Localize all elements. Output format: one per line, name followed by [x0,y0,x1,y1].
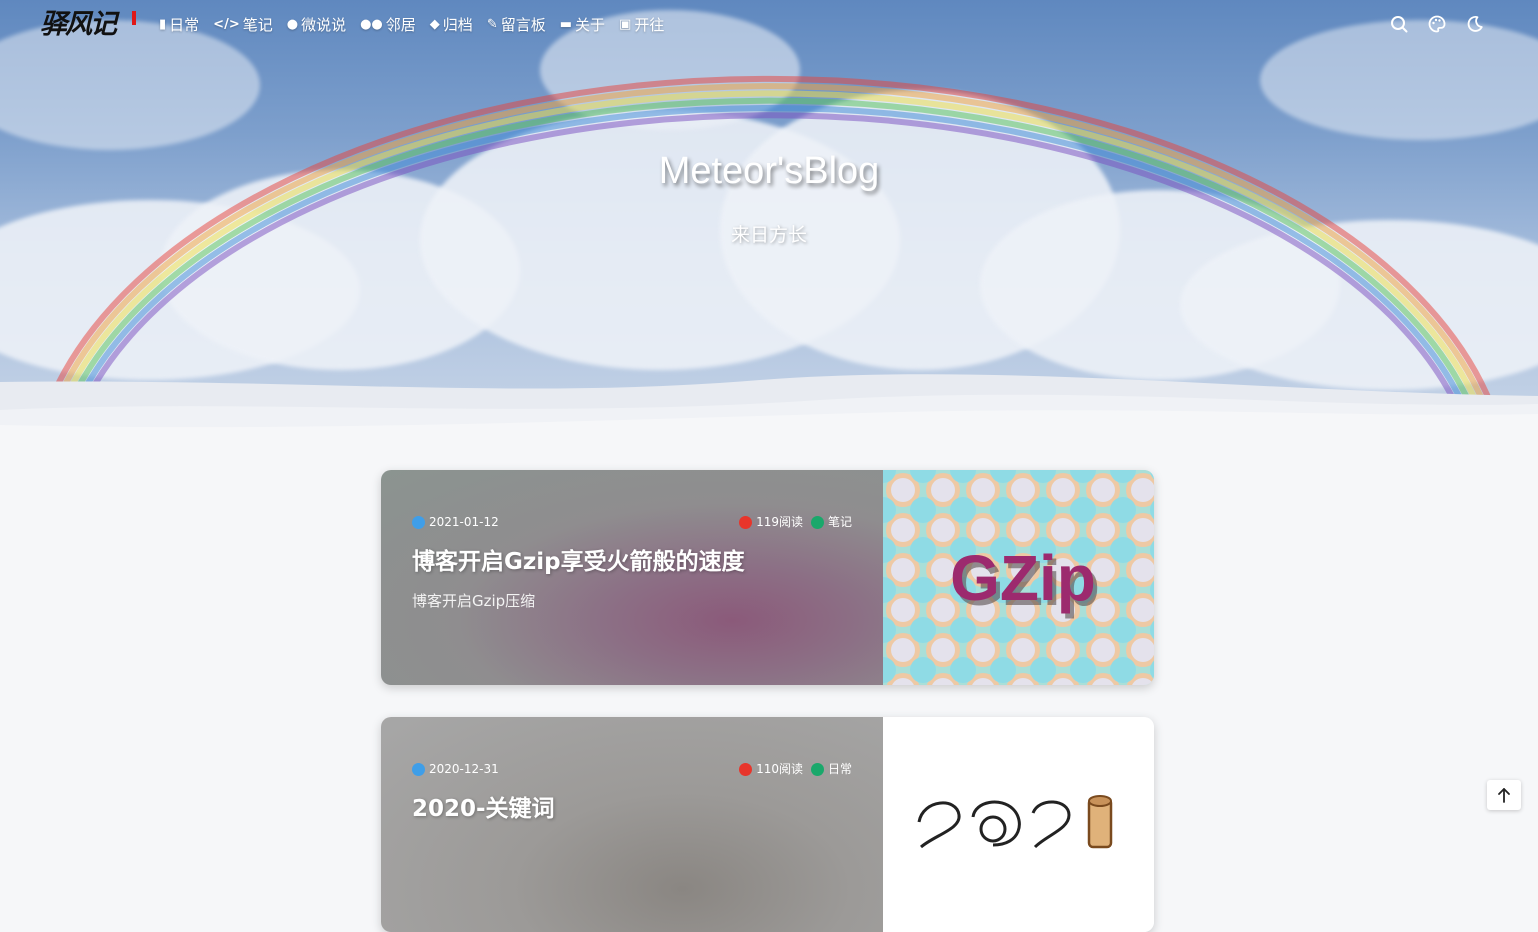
comment-icon: ● [286,16,299,32]
nav-item-notes[interactable]: </> 笔记 [213,13,273,35]
calendar-icon [412,515,425,529]
nav-item-label: 关于 [575,15,606,34]
search-icon [1391,16,1408,33]
id-card-icon: ▬ [559,16,573,32]
nav-item-moments[interactable]: ● 微说说 [287,13,346,35]
post-stats: 110阅读 日常 [739,761,852,777]
post-card-content: 2020-12-31 110阅读 日常 2020-关键词 [381,717,883,932]
arrow-up-icon [1498,788,1510,803]
post-views: 119阅读 [756,515,803,529]
post-views: 110阅读 [756,762,803,776]
search-button[interactable] [1390,13,1408,35]
post-cover-image [883,717,1154,932]
tags-icon: ◆ [429,16,440,32]
moon-icon [1467,16,1483,32]
theme-palette-button[interactable] [1428,13,1446,35]
nav-item-friends[interactable]: ●● 邻居 [360,13,416,35]
nav-item-label: 微说说 [301,15,347,34]
main-menu: ▮ 日常 </> 笔记 ● 微说说 ●● 邻居 ◆ 归档 ✎ 留言板 ▬ 关于 … [159,13,678,35]
back-to-top-button[interactable] [1487,780,1521,810]
nav-item-archive[interactable]: ◆ 归档 [430,13,473,35]
book-icon: ▮ [159,16,167,32]
tag-icon [810,762,824,776]
post-stats: 119阅读 笔记 [739,514,852,530]
logo-seal [132,11,136,25]
post-card[interactable]: 2020-12-31 110阅读 日常 2020-关键词 [381,717,1154,932]
site-title: Meteor'sBlog [658,150,880,192]
post-date: 2021-01-12 [412,514,499,530]
post-date-text: 2021-01-12 [429,515,499,529]
post-title[interactable]: 博客开启Gzip享受火箭般的速度 [412,542,745,576]
nav-item-about[interactable]: ▬ 关于 [560,13,605,35]
dark-mode-button[interactable] [1466,13,1484,35]
nav-item-label: 日常 [169,15,200,34]
nav-item-label: 笔记 [242,15,273,34]
post-date: 2020-12-31 [412,761,499,777]
nav-item-travelling[interactable]: ▣ 开往 [619,13,664,35]
calendar-icon [412,762,425,776]
nav-item-daily[interactable]: ▮ 日常 [159,13,199,35]
site-logo[interactable]: 驿风记 [40,8,136,42]
post-tag[interactable]: 日常 [828,761,852,777]
year-2021-cover-graphic [917,795,1113,849]
post-tag[interactable]: 笔记 [828,514,852,530]
subway-icon: ▣ [619,16,632,32]
nav-item-guestbook[interactable]: ✎ 留言板 [487,13,546,35]
post-card-content: 2021-01-12 119阅读 笔记 博客开启Gzip享受火箭般的速度 博客开… [381,470,883,685]
logo-text: 驿风记 [40,9,117,40]
palette-icon [1428,15,1446,33]
post-title[interactable]: 2020-关键词 [412,789,555,823]
gzip-cover-graphic: GZip GZip [883,470,1154,685]
nav-item-label: 留言板 [500,15,546,34]
nav-item-label: 开往 [634,15,665,34]
post-cover-image: GZip GZip [883,470,1154,685]
nav-item-label: 归档 [442,15,473,34]
users-icon: ●● [360,16,383,32]
nav-tools [1390,13,1484,35]
post-card[interactable]: 2021-01-12 119阅读 笔记 博客开启Gzip享受火箭般的速度 博客开… [381,470,1154,685]
hero-banner: Meteor'sBlog 来日方长 [0,0,1538,440]
gzip-text: GZip [950,542,1096,614]
post-meta: 2021-01-12 119阅读 笔记 [412,514,852,530]
post-date-text: 2020-12-31 [429,762,499,776]
tag-icon [810,515,824,529]
nav-item-label: 邻居 [385,15,416,34]
code-icon: </> [213,16,240,32]
post-description: 博客开启Gzip压缩 [412,592,536,610]
fire-icon [739,762,753,776]
fire-icon [739,515,753,529]
top-navbar: 驿风记 ▮ 日常 </> 笔记 ● 微说说 ●● 邻居 ◆ 归档 ✎ 留言板 ▬ [0,0,1538,48]
post-meta: 2020-12-31 110阅读 日常 [412,761,852,777]
site-subtitle: 来日方长 [730,224,807,246]
edit-icon: ✎ [486,16,498,32]
